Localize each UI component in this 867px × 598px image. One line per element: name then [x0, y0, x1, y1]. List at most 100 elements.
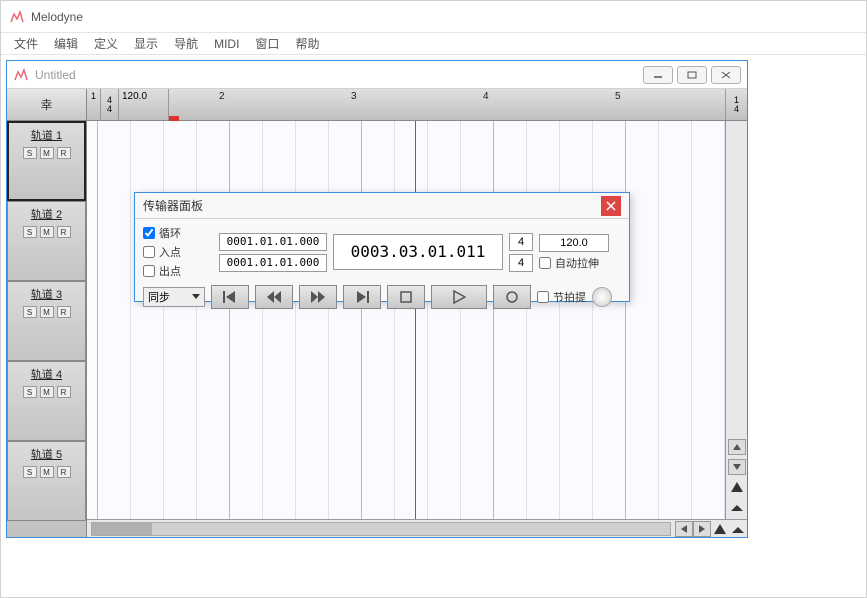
- gridline: [592, 121, 593, 519]
- maximize-button[interactable]: [677, 66, 707, 84]
- solo-button[interactable]: S: [23, 386, 37, 398]
- close-button[interactable]: [711, 66, 741, 84]
- ruler-bars[interactable]: 2345: [169, 89, 725, 120]
- vzoom-in-icon[interactable]: [728, 479, 746, 495]
- mute-button[interactable]: M: [40, 306, 54, 318]
- menu-nav[interactable]: 导航: [167, 33, 205, 54]
- arrangement-grid[interactable]: [87, 121, 747, 519]
- track-4[interactable]: 轨道 4 S M R: [7, 361, 86, 441]
- click-volume-knob[interactable]: [592, 287, 612, 307]
- loop-checkbox[interactable]: 循环: [143, 225, 213, 241]
- mute-button[interactable]: M: [40, 466, 54, 478]
- mute-button[interactable]: M: [40, 147, 54, 159]
- gridline: [361, 121, 362, 519]
- solo-button[interactable]: S: [23, 226, 37, 238]
- menu-window[interactable]: 窗口: [248, 33, 286, 54]
- autostretch-label: 自动拉伸: [555, 255, 599, 271]
- record-arm-button[interactable]: R: [57, 226, 71, 238]
- transport-body: 循环 入点 出点 0001.01.01.000 0001.01.01.000 0…: [135, 219, 629, 315]
- autostretch-checkbox[interactable]: 自动拉伸: [539, 255, 609, 271]
- solo-button[interactable]: S: [23, 147, 37, 159]
- track-5[interactable]: 轨道 5 S M R: [7, 441, 86, 521]
- horizontal-scroll-row: [87, 519, 747, 537]
- outpoint-label: 出点: [159, 263, 181, 279]
- record-arm-button[interactable]: R: [57, 306, 71, 318]
- mute-button[interactable]: M: [40, 386, 54, 398]
- track-name[interactable]: 轨道 2: [31, 206, 62, 222]
- gridline: [526, 121, 527, 519]
- scroll-right-button[interactable]: [693, 521, 711, 537]
- menu-define[interactable]: 定义: [87, 33, 125, 54]
- document-title: Untitled: [35, 68, 643, 82]
- ruler-time-signature[interactable]: 4 4: [101, 89, 119, 120]
- time-sig-bottom: 4: [107, 105, 112, 114]
- menubar: 文件 编辑 定义 显示 导航 MIDI 窗口 帮助: [1, 33, 866, 55]
- gridline: [295, 121, 296, 519]
- track-name[interactable]: 轨道 3: [31, 286, 62, 302]
- scroll-up-button[interactable]: [728, 439, 746, 455]
- vzoom-out-icon[interactable]: [728, 499, 746, 515]
- bar-number: 4: [483, 91, 489, 102]
- track-name[interactable]: 轨道 5: [31, 446, 62, 462]
- track-1[interactable]: 轨道 1 S M R: [7, 121, 86, 201]
- ruler-tempo[interactable]: 120.0: [119, 89, 169, 120]
- outpoint-checkbox[interactable]: 出点: [143, 263, 213, 279]
- play-button[interactable]: [431, 285, 487, 309]
- menu-help[interactable]: 帮助: [288, 33, 326, 54]
- solo-button[interactable]: S: [23, 306, 37, 318]
- menu-midi[interactable]: MIDI: [207, 35, 246, 53]
- rewind-start-button[interactable]: [211, 285, 249, 309]
- gridline: [427, 121, 428, 519]
- track-panel: 幸 轨道 1 S M R 轨道 2 S M R 轨道 3 S M R 轨道 4 …: [7, 89, 87, 537]
- track-name[interactable]: 轨道 4: [31, 366, 62, 382]
- transport-titlebar[interactable]: 传输器面板: [135, 193, 629, 219]
- gridline: [328, 121, 329, 519]
- gridline: [559, 121, 560, 519]
- track-2[interactable]: 轨道 2 S M R: [7, 201, 86, 281]
- mute-button[interactable]: M: [40, 226, 54, 238]
- track-panel-header[interactable]: 幸: [7, 89, 86, 121]
- hzoom-in-icon[interactable]: [711, 521, 729, 537]
- gridline: [394, 121, 395, 519]
- app-window: Melodyne 文件 编辑 定义 显示 导航 MIDI 窗口 帮助 Untit…: [0, 0, 867, 598]
- record-arm-button[interactable]: R: [57, 147, 71, 159]
- ruler-right-signature: 1 4: [725, 89, 747, 120]
- record-arm-button[interactable]: R: [57, 466, 71, 478]
- sync-select[interactable]: 同步: [143, 287, 205, 307]
- gridline: [493, 121, 494, 519]
- record-arm-button[interactable]: R: [57, 386, 71, 398]
- ruler-right-bottom: 4: [734, 105, 739, 114]
- rewind-button[interactable]: [255, 285, 293, 309]
- inpoint-field[interactable]: 0001.01.01.000: [219, 233, 327, 251]
- menu-view[interactable]: 显示: [127, 33, 165, 54]
- solo-button[interactable]: S: [23, 466, 37, 478]
- forward-button[interactable]: [299, 285, 337, 309]
- outpoint-field[interactable]: 0001.01.01.000: [219, 254, 327, 272]
- transport-position[interactable]: 0003.03.01.011: [333, 234, 503, 270]
- transport-close-button[interactable]: [601, 196, 621, 216]
- sig-top-field[interactable]: 4: [509, 233, 533, 251]
- document-icon: [13, 67, 29, 83]
- click-checkbox[interactable]: 节拍提: [537, 289, 586, 305]
- scroll-left-button[interactable]: [675, 521, 693, 537]
- gridline: [130, 121, 131, 519]
- record-button[interactable]: [493, 285, 531, 309]
- tempo-field[interactable]: 120.0: [539, 234, 609, 252]
- ruler[interactable]: 1 4 4 120.0 2345 1 4: [87, 89, 747, 121]
- hzoom-out-icon[interactable]: [729, 521, 747, 537]
- playhead[interactable]: [415, 121, 416, 519]
- track-3[interactable]: 轨道 3 S M R: [7, 281, 86, 361]
- bar-number: 5: [615, 91, 621, 102]
- track-name[interactable]: 轨道 1: [31, 127, 62, 143]
- stop-button[interactable]: [387, 285, 425, 309]
- menu-edit[interactable]: 编辑: [47, 33, 85, 54]
- inpoint-checkbox[interactable]: 入点: [143, 244, 213, 260]
- scroll-down-button[interactable]: [728, 459, 746, 475]
- document-titlebar: Untitled: [7, 61, 747, 89]
- menu-file[interactable]: 文件: [7, 33, 45, 54]
- horizontal-scrollbar[interactable]: [91, 522, 671, 536]
- forward-end-button[interactable]: [343, 285, 381, 309]
- minimize-button[interactable]: [643, 66, 673, 84]
- scrollbar-thumb[interactable]: [92, 523, 152, 535]
- sig-bottom-field[interactable]: 4: [509, 254, 533, 272]
